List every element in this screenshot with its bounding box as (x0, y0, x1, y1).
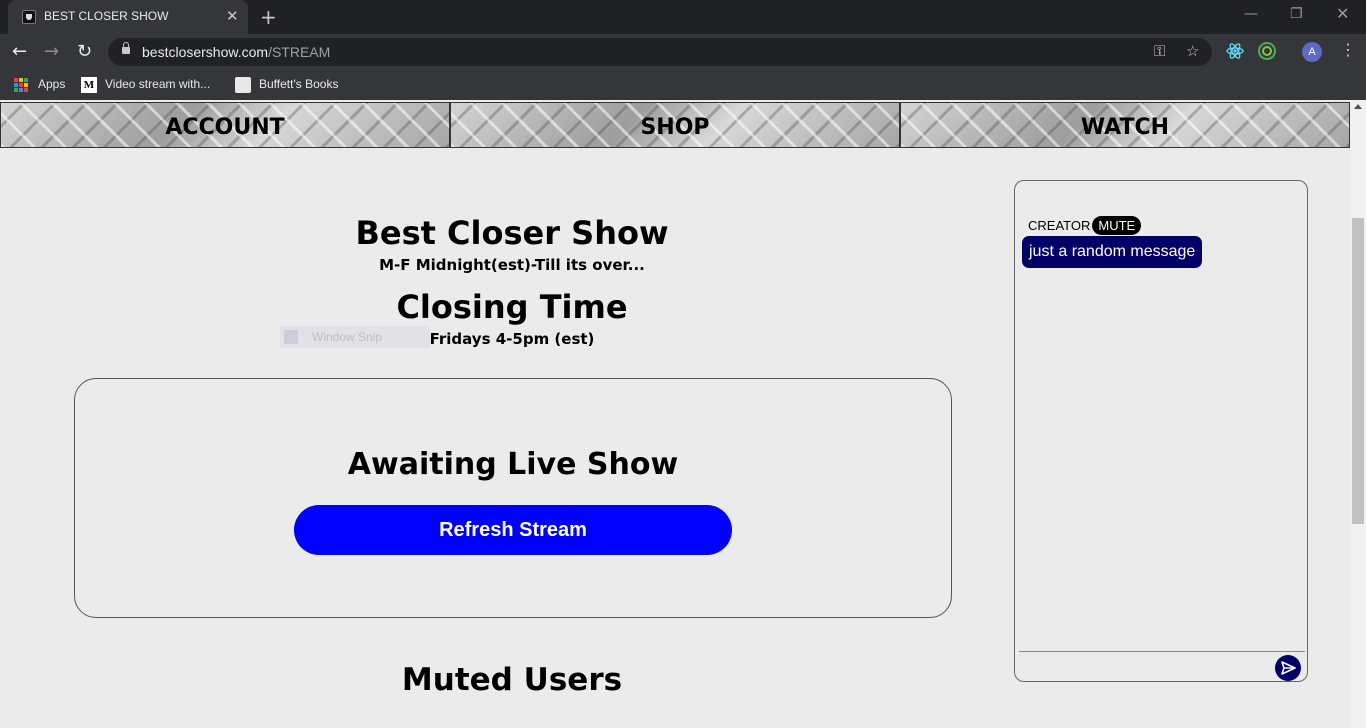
chat-username: CREATOR (1028, 218, 1091, 233)
bookmarks-bar: Apps M Video stream with... Buffett's Bo… (0, 70, 1366, 100)
page-content: ACCOUNT SHOP WATCH Best Closer Show M-F … (0, 100, 1366, 728)
page-scrollbar[interactable] (1350, 100, 1366, 728)
refresh-stream-button[interactable]: Refresh Stream (294, 505, 732, 555)
send-icon (1281, 661, 1296, 675)
back-arrow-icon[interactable]: ← (12, 41, 27, 62)
muted-users-title: Muted Users (401, 662, 623, 698)
apps-grid-icon (14, 78, 28, 92)
bookmark-video-stream[interactable]: Video stream with... (105, 77, 210, 91)
browser-menu-icon[interactable]: ⋮ (1340, 40, 1356, 59)
reload-icon[interactable]: ↻ (77, 41, 92, 62)
stream-status: Awaiting Live Show (347, 447, 679, 482)
chat-panel: CREATOR MUTE just a random message (1014, 180, 1308, 682)
key-icon[interactable]: ⚿ (1154, 42, 1165, 60)
nav-watch-label: WATCH (1080, 115, 1170, 140)
forward-arrow-icon[interactable]: → (44, 41, 59, 62)
segment-title: Closing Time (396, 288, 628, 326)
browser-tab[interactable]: BEST CLOSER SHOW ✕ (8, 0, 248, 34)
bookmark-star-icon[interactable]: ☆ (1186, 42, 1199, 60)
tab-title: BEST CLOSER SHOW (44, 9, 169, 23)
url-text: bestclosershow.com/STREAM (142, 44, 331, 60)
chat-input-divider (1019, 651, 1305, 652)
window-snip-overlay: Window Snip (280, 326, 430, 348)
nav-account[interactable]: ACCOUNT (0, 102, 450, 148)
snip-label: Window Snip (312, 330, 383, 344)
snip-icon (284, 330, 298, 344)
show-schedule: M-F Midnight(est)-Till its over... (379, 256, 645, 274)
address-bar[interactable]: bestclosershow.com/STREAM ⚿ ☆ (108, 38, 1212, 66)
scroll-thumb[interactable] (1352, 218, 1364, 524)
chat-message-header: CREATOR MUTE (1028, 215, 1142, 235)
medium-logo-icon: M (81, 77, 97, 93)
nav-shop-label: SHOP (640, 115, 710, 140)
chat-message-bubble: just a random message (1022, 236, 1203, 268)
extension-ring-icon[interactable] (1257, 41, 1277, 61)
browser-titlebar: BEST CLOSER SHOW ✕ + — ❐ ✕ (0, 0, 1366, 34)
react-devtools-icon[interactable] (1225, 41, 1245, 61)
segment-schedule: Fridays 4-5pm (est) (429, 330, 595, 348)
tab-close-icon[interactable]: ✕ (226, 7, 239, 25)
main-nav: ACCOUNT SHOP WATCH (0, 102, 1350, 148)
profile-avatar[interactable]: A (1302, 42, 1322, 62)
lock-icon (122, 42, 130, 54)
nav-shop[interactable]: SHOP (450, 102, 900, 148)
new-tab-icon[interactable]: + (260, 5, 277, 29)
nav-account-label: ACCOUNT (165, 115, 285, 140)
stream-panel: Awaiting Live Show Refresh Stream (74, 378, 952, 618)
bookmark-buffetts-books[interactable]: Buffett's Books (259, 77, 338, 91)
bookmark-apps[interactable]: Apps (38, 77, 65, 91)
restore-icon[interactable]: ❐ (1290, 6, 1303, 22)
buffett-books-icon (235, 77, 251, 93)
send-message-button[interactable] (1275, 655, 1301, 681)
site-favicon-icon (22, 10, 36, 24)
minimize-icon[interactable]: — (1244, 6, 1258, 22)
nav-watch[interactable]: WATCH (900, 102, 1350, 148)
mute-user-button[interactable]: MUTE (1092, 216, 1142, 235)
window-close-icon[interactable]: ✕ (1336, 4, 1349, 23)
chat-input[interactable] (1021, 655, 1271, 677)
scroll-up-arrow-icon[interactable] (1354, 104, 1362, 109)
browser-toolbar: ← → ↻ bestclosershow.com/STREAM ⚿ ☆ A ⋮ (0, 34, 1366, 70)
show-title: Best Closer Show (355, 214, 669, 252)
